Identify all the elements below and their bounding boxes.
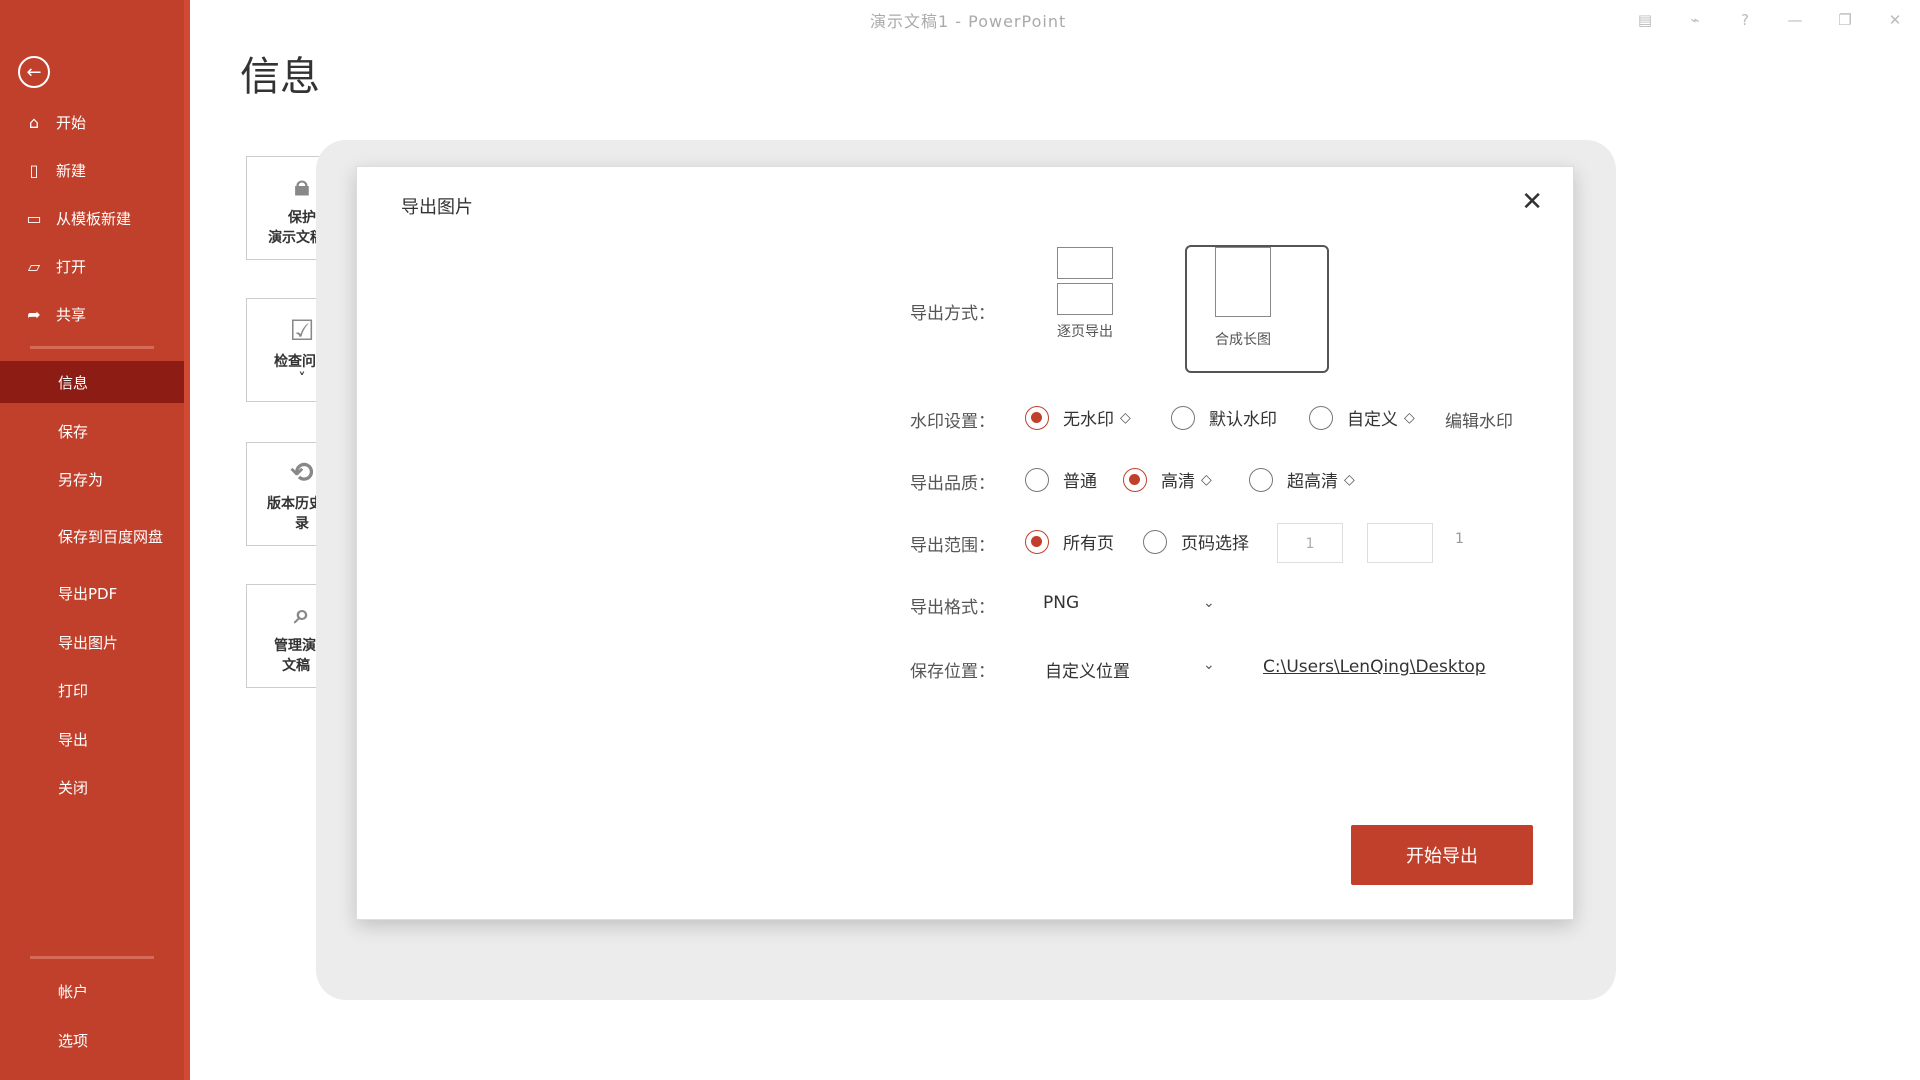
chevron-down-icon[interactable]: ⌄ <box>1203 595 1215 611</box>
sidebar-item-export[interactable]: 导出 <box>0 718 190 760</box>
title-bar: 演示文稿1 - PowerPoint ▤ ⌁ ? — ❐ ✕ <box>190 0 1920 40</box>
export-image-dialog: 导出图片 ✕ 导出方式： 逐页导出 合成长图 水印设置： 无水印 ◇ 默认水印 … <box>356 166 1574 920</box>
history-icon: ⟲ <box>290 455 314 489</box>
edit-watermark-link[interactable]: 编辑水印 <box>1445 407 1513 432</box>
inspect-icon: ☑ <box>289 313 315 347</box>
home-icon: ⌂ <box>28 112 40 132</box>
sidebar-item-info[interactable]: 信息 <box>0 361 190 403</box>
diamond-icon: ◇ <box>1120 409 1131 426</box>
quality-normal-radio[interactable]: 普通 <box>1025 467 1097 492</box>
sidebar-item-home[interactable]: ⌂ 开始 <box>0 101 190 143</box>
mode-per-page[interactable]: 逐页导出 <box>1057 247 1113 341</box>
diamond-icon: ◇ <box>1201 471 1212 488</box>
page-thumb-icon <box>1057 283 1113 315</box>
sidebar-item-open[interactable]: ▱ 打开 <box>0 245 190 287</box>
dialog-title: 导出图片 <box>401 197 473 218</box>
close-window-icon[interactable]: ✕ <box>1870 0 1920 40</box>
chevron-down-icon[interactable]: ⌄ <box>1203 657 1215 673</box>
start-export-button[interactable]: 开始导出 <box>1351 825 1533 885</box>
close-icon[interactable]: ✕ <box>1521 187 1543 217</box>
window-title: 演示文稿1 - PowerPoint <box>870 12 1067 31</box>
sidebar-divider <box>30 346 154 349</box>
template-icon: ▭ <box>26 208 42 228</box>
format-label: 导出格式： <box>910 598 995 618</box>
window-controls: ▤ ⌁ ? — ❐ ✕ <box>1620 0 1920 40</box>
watermark-label: 水印设置： <box>910 412 995 432</box>
mode-label: 导出方式： <box>910 304 995 324</box>
location-select[interactable]: 自定义位置 <box>1045 657 1130 682</box>
sidebar-item-account[interactable]: 帐户 <box>0 970 190 1012</box>
watermark-none-radio[interactable]: 无水印 ◇ <box>1025 405 1131 430</box>
share-icon: ➦ <box>27 304 41 324</box>
sidebar-item-export-pdf[interactable]: 导出PDF <box>0 572 190 614</box>
sidebar-item-save[interactable]: 保存 <box>0 410 190 452</box>
new-file-icon: ▯ <box>29 160 39 180</box>
location-label: 保存位置： <box>910 662 995 682</box>
sidebar-divider-bottom <box>30 956 154 959</box>
range-label: 导出范围： <box>910 536 995 556</box>
restore-icon[interactable]: ❐ <box>1820 0 1870 40</box>
backstage-sidebar: ← ⌂ 开始 ▯ 新建 ▭ 从模板新建 ▱ 打开 ➦ 共享 信息 保存 另存为 … <box>0 0 190 1080</box>
page-thumb-icon <box>1057 247 1113 279</box>
minimize-icon[interactable]: — <box>1770 0 1820 40</box>
long-image-icon <box>1215 247 1271 317</box>
quality-hd-radio[interactable]: 高清 ◇ <box>1123 467 1212 492</box>
lock-icon: 🔒︎ <box>294 169 310 202</box>
sidebar-item-options[interactable]: 选项 <box>0 1019 190 1061</box>
sidebar-item-save-as[interactable]: 另存为 <box>0 458 190 500</box>
range-from-input[interactable]: 1 <box>1277 523 1343 563</box>
quality-label: 导出品质： <box>910 474 995 494</box>
share-icon[interactable]: ⌁ <box>1670 0 1720 40</box>
sidebar-item-save-to-cloud[interactable]: 保存到百度网盘 <box>0 510 170 562</box>
layout-icon[interactable]: ▤ <box>1620 0 1670 40</box>
range-to-input[interactable] <box>1367 523 1433 563</box>
sidebar-item-export-image[interactable]: 导出图片 <box>0 621 190 663</box>
sidebar-item-new[interactable]: ▯ 新建 <box>0 149 190 191</box>
mode-long-image[interactable]: 合成长图 <box>1215 247 1271 349</box>
watermark-custom-radio[interactable]: 自定义 ◇ <box>1309 405 1415 430</box>
sidebar-item-from-template[interactable]: ▭ 从模板新建 <box>0 197 190 239</box>
format-select[interactable]: PNG <box>1043 593 1079 613</box>
help-icon[interactable]: ? <box>1720 0 1770 40</box>
range-total: 1 <box>1455 531 1464 547</box>
manage-icon: ⌕ <box>294 597 310 630</box>
sidebar-item-close[interactable]: 关闭 <box>0 766 190 808</box>
range-all-radio[interactable]: 所有页 <box>1025 529 1114 554</box>
range-select-radio[interactable]: 页码选择 <box>1143 529 1249 554</box>
sidebar-item-share[interactable]: ➦ 共享 <box>0 293 190 335</box>
diamond-icon: ◇ <box>1344 471 1355 488</box>
quality-uhd-radio[interactable]: 超高清 ◇ <box>1249 467 1355 492</box>
diamond-icon: ◇ <box>1404 409 1415 426</box>
page-title: 信息 <box>240 54 320 100</box>
watermark-default-radio[interactable]: 默认水印 <box>1171 405 1277 430</box>
folder-open-icon: ▱ <box>27 256 41 276</box>
save-path-link[interactable]: C:\Users\LenQing\Desktop <box>1263 657 1486 677</box>
sidebar-item-print[interactable]: 打印 <box>0 669 190 711</box>
back-arrow-icon[interactable]: ← <box>18 56 50 88</box>
